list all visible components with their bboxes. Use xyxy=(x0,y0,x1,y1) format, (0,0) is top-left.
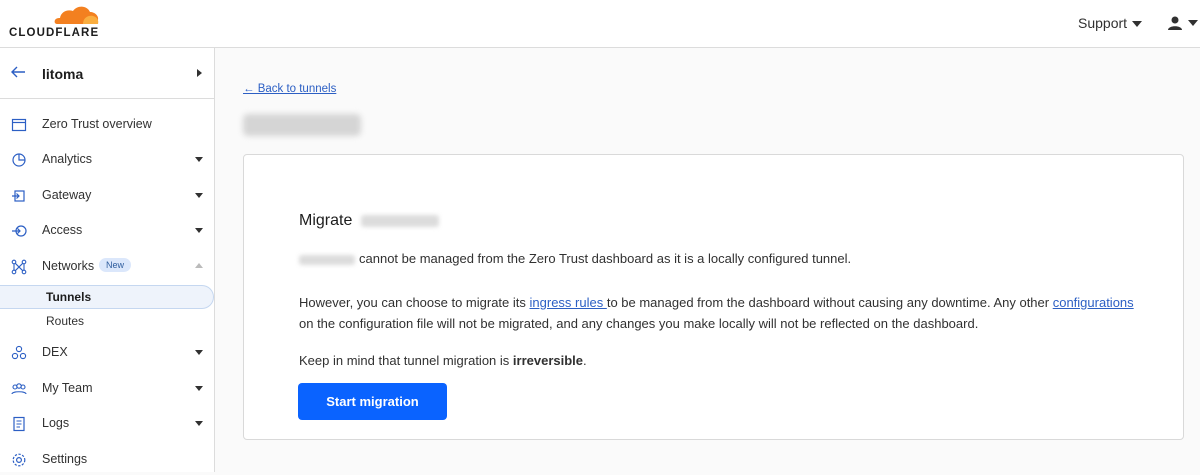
ingress-rules-link[interactable]: ingress rules xyxy=(530,295,607,310)
sidebar-item-networks[interactable]: Networks New xyxy=(0,252,214,282)
intro-paragraph: cannot be managed from the Zero Trust da… xyxy=(299,251,851,266)
sidebar-subitem-label: Tunnels xyxy=(46,290,92,304)
start-migration-button[interactable]: Start migration xyxy=(298,383,447,420)
cloudflare-logo[interactable]: CLOUDFLARE xyxy=(9,4,101,44)
warning-text: Keep in mind that tunnel migration is xyxy=(299,353,513,368)
user-icon xyxy=(1168,16,1182,30)
chevron-down-icon xyxy=(195,157,203,162)
warning-period: . xyxy=(583,353,587,368)
sidebar-item-label: Analytics xyxy=(42,152,93,166)
sidebar-item-analytics[interactable]: Analytics xyxy=(0,145,214,175)
chevron-down-icon xyxy=(195,386,203,391)
redacted-tunnel-name xyxy=(243,114,361,136)
sidebar-subitem-label: Routes xyxy=(46,314,85,328)
back-to-tunnels-link[interactable]: ← Back to tunnels xyxy=(243,83,336,95)
redacted-tunnel-name xyxy=(299,254,355,265)
chevron-down-icon xyxy=(195,193,203,198)
support-menu[interactable]: Support xyxy=(1078,15,1143,31)
sidebar-item-gateway[interactable]: Gateway xyxy=(0,181,214,211)
chevron-down-icon xyxy=(195,228,203,233)
card-title: Migrate xyxy=(299,212,439,230)
chevron-down-icon xyxy=(195,350,203,355)
sidebar-item-label: Settings xyxy=(42,452,88,466)
network-icon xyxy=(11,259,27,275)
configurations-link[interactable]: configurations xyxy=(1053,295,1134,310)
dex-icon xyxy=(11,345,27,360)
access-icon xyxy=(12,225,27,237)
sidebar-item-access[interactable]: Access xyxy=(0,216,214,246)
sidebar-item-label: Zero Trust overview xyxy=(42,117,152,131)
intro-text: cannot be managed from the Zero Trust da… xyxy=(359,251,852,266)
chevron-up-icon xyxy=(195,263,203,268)
team-icon xyxy=(11,383,27,395)
irreversible-text: irreversible xyxy=(512,353,584,368)
chevron-down-icon xyxy=(1132,21,1143,28)
info-text-1: However, you can choose to migrate its xyxy=(299,295,530,310)
sidebar-item-label: Gateway xyxy=(42,188,92,202)
sidebar-item-settings[interactable]: Settings xyxy=(0,445,214,475)
info-text-3: on the configuration file will not be mi… xyxy=(299,316,979,331)
new-badge: New xyxy=(99,258,132,272)
logo-text: CLOUDFLARE xyxy=(9,27,100,39)
sidebar-item-logs[interactable]: Logs xyxy=(0,409,214,439)
info-text-2: to be managed from the dashboard without… xyxy=(606,295,1053,310)
chevron-down-icon xyxy=(1188,19,1198,26)
cloud-icon xyxy=(54,6,99,25)
card-title-text: Migrate xyxy=(299,212,353,229)
sidebar-item-label: Logs xyxy=(42,416,70,430)
logs-icon xyxy=(13,416,25,432)
gear-icon xyxy=(12,453,26,467)
sidebar-item-label: DEX xyxy=(42,345,68,359)
sidebar-item-dex[interactable]: DEX xyxy=(0,338,214,368)
sidebar-item-my-team[interactable]: My Team xyxy=(0,374,214,404)
sidebar-item-zero-trust-overview[interactable]: Zero Trust overview xyxy=(0,110,214,140)
main-content: ← Back to tunnels Migrate cannot be mana… xyxy=(215,48,1200,472)
sidebar-subitem-routes[interactable]: Routes xyxy=(0,309,214,333)
arrow-left-icon[interactable] xyxy=(10,64,26,80)
pie-chart-icon xyxy=(12,153,26,167)
chevron-right-icon xyxy=(197,69,202,77)
user-menu[interactable] xyxy=(1167,14,1198,32)
sidebar-item-label: My Team xyxy=(42,381,93,395)
sidebar-item-label: Access xyxy=(42,223,83,237)
warning-paragraph: Keep in mind that tunnel migration is ir… xyxy=(299,353,587,368)
migration-info-paragraph: However, you can choose to migrate its i… xyxy=(299,292,1139,334)
gateway-icon xyxy=(12,190,25,202)
migrate-card: Migrate cannot be managed from the Zero … xyxy=(243,154,1184,440)
chevron-down-icon xyxy=(195,421,203,426)
account-name: litoma xyxy=(42,66,84,82)
sidebar-item-label: Networks xyxy=(42,259,95,273)
account-selector[interactable]: litoma xyxy=(0,48,214,99)
sidebar: litoma Zero Trust overview Analytics Gat… xyxy=(0,48,215,472)
support-label: Support xyxy=(1078,15,1128,31)
redacted-tunnel-name xyxy=(360,214,439,227)
sidebar-subitem-tunnels[interactable]: Tunnels xyxy=(0,285,214,309)
browser-window-icon xyxy=(11,118,27,132)
top-bar: CLOUDFLARE Support xyxy=(0,0,1200,48)
